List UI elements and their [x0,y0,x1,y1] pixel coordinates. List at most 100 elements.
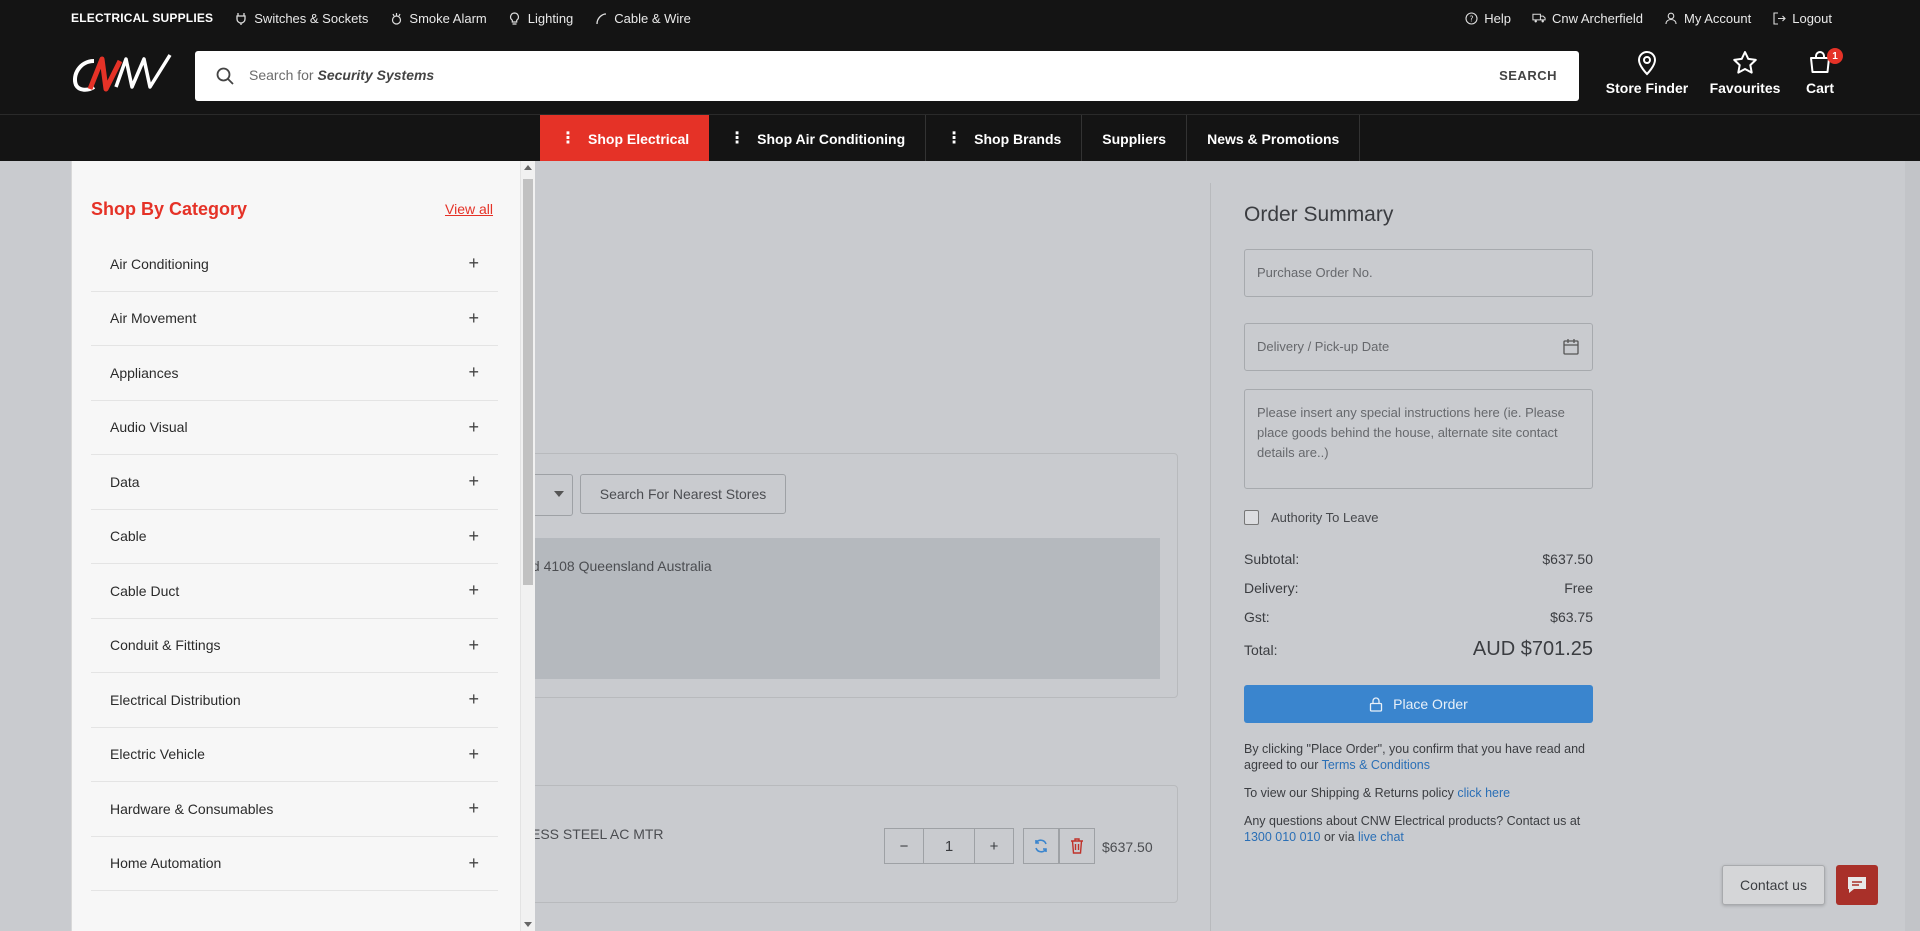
utility-bar: ELECTRICAL SUPPLIES Switches & Sockets S… [0,0,1920,36]
search-prefix: Search for [249,67,314,83]
refresh-button[interactable] [1023,828,1059,864]
plus-icon[interactable]: + [468,417,479,438]
cart-button[interactable]: 1 Cart [1794,48,1846,96]
increase-qty-button[interactable]: + [974,828,1014,864]
view-all-link[interactable]: View all [445,201,493,217]
cart-item-name: ESS STEEL AC MTR [531,826,664,842]
nav-shop-brands[interactable]: ⋮ Shop Brands [926,115,1083,162]
switches-sockets-label: Switches & Sockets [254,10,369,26]
cart-item-row: ESS STEEL AC MTR − 1 + $637.50 [520,785,1178,903]
purchase-order-input[interactable]: Purchase Order No. [1244,249,1593,297]
help-link[interactable]: ? Help [1464,11,1511,26]
terms-link[interactable]: Terms & Conditions [1322,758,1430,772]
delivery-date-input[interactable]: Delivery / Pick-up Date [1244,323,1593,371]
plus-icon[interactable]: + [468,526,479,547]
search-nearest-stores-button[interactable]: Search For Nearest Stores [580,474,786,514]
cart-item-price: $637.50 [1102,839,1153,855]
special-instructions-textarea[interactable]: Please insert any special instructions h… [1244,389,1593,489]
shipping-link[interactable]: click here [1457,786,1510,800]
category-item[interactable]: Electrical Distribution + [91,673,498,728]
scroll-thumb[interactable] [523,179,533,585]
nav-news-promotions[interactable]: News & Promotions [1187,115,1361,162]
authority-to-leave[interactable]: Authority To Leave [1244,510,1378,525]
plus-icon[interactable]: + [468,853,479,874]
delivery-row: Delivery: Free [1244,580,1593,596]
main-header: Search for Security Systems SEARCH Store… [0,36,1920,114]
category-item[interactable]: Audio Visual + [91,401,498,455]
delete-button[interactable] [1059,828,1095,864]
decrease-qty-button[interactable]: − [884,828,924,864]
plus-icon[interactable]: + [468,689,479,710]
smoke-alarm-label: Smoke Alarm [409,10,487,26]
help-label: Help [1484,10,1511,26]
subtotal-value: $637.50 [1542,551,1593,567]
contact-us-button[interactable]: Contact us [1722,865,1825,905]
category-label: Conduit & Fittings [110,637,221,654]
category-item[interactable]: Home Automation + [91,837,498,891]
store-finder-button[interactable]: Store Finder [1598,50,1696,96]
plus-icon[interactable]: + [468,744,479,765]
nav-suppliers[interactable]: Suppliers [1082,115,1188,162]
store-link[interactable]: Cnw Archerfield [1532,11,1643,26]
switches-sockets-link[interactable]: Switches & Sockets [234,11,368,26]
page-scrollbar[interactable] [1905,161,1920,931]
nav-label: Shop Brands [974,130,1062,147]
cnw-logo[interactable] [70,51,176,95]
nav-label: Shop Air Conditioning [757,130,906,147]
category-item[interactable]: Cable Duct + [91,564,498,619]
plug-icon [234,11,248,25]
cable-icon [594,11,608,25]
plus-icon[interactable]: + [468,471,479,492]
plus-icon[interactable]: + [468,580,479,601]
search-button[interactable]: SEARCH [1499,68,1557,83]
my-account-link[interactable]: My Account [1664,11,1751,26]
order-summary-title: Order Summary [1244,203,1394,226]
plus-icon[interactable]: + [468,635,479,656]
category-item[interactable]: Conduit & Fittings + [91,619,498,673]
category-label: Air Movement [110,310,197,327]
store-label: Cnw Archerfield [1551,10,1644,26]
search-placeholder[interactable]: Search for Security Systems [249,67,434,83]
lock-icon [1369,696,1383,712]
phone-link[interactable]: 1300 010 010 [1244,830,1320,844]
place-order-button[interactable]: Place Order [1244,685,1593,723]
logout-icon [1772,11,1786,25]
nav-shop-electrical[interactable]: ⋮ Shop Electrical [540,115,710,162]
nav-shop-air-conditioning[interactable]: ⋮ Shop Air Conditioning [709,115,927,162]
category-item[interactable]: Appliances + [91,346,498,401]
logout-link[interactable]: Logout [1772,11,1832,26]
drawer-scrollbar[interactable] [520,161,535,931]
category-item[interactable]: Electric Vehicle + [91,728,498,782]
plus-icon[interactable]: + [468,308,479,329]
live-chat-link[interactable]: live chat [1358,830,1404,844]
category-item[interactable]: Cable + [91,510,498,564]
search-bar[interactable]: Search for Security Systems SEARCH [195,51,1579,101]
plus-icon[interactable]: + [468,798,479,819]
calendar-icon[interactable] [1562,338,1580,356]
smoke-alarm-link[interactable]: Smoke Alarm [389,10,487,26]
plus-icon[interactable]: + [468,362,479,383]
delivery-value: Free [1564,580,1593,596]
smoke-alarm-icon [389,11,403,25]
category-item[interactable]: Air Movement + [91,292,498,346]
chat-button[interactable] [1836,865,1878,905]
cable-wire-link[interactable]: Cable & Wire [594,11,691,26]
category-item[interactable]: Data + [91,455,498,510]
store-address: eld 4108 Queensland Australia [521,558,712,574]
refresh-icon [1035,839,1047,853]
electrical-supplies-label[interactable]: ELECTRICAL SUPPLIES [71,11,213,25]
user-icon [1664,11,1678,25]
favourites-button[interactable]: Favourites [1696,50,1794,96]
lighting-link[interactable]: Lighting [508,11,573,26]
category-item[interactable]: Hardware & Consumables + [91,782,498,837]
scroll-up-icon[interactable] [524,165,532,170]
qty-value[interactable]: 1 [924,828,974,864]
authority-checkbox[interactable] [1244,510,1259,525]
category-item[interactable]: Air Conditioning + [91,237,498,292]
authority-label: Authority To Leave [1271,510,1379,525]
search-icon [215,66,235,86]
plus-icon[interactable]: + [468,253,479,274]
column-divider [1210,183,1211,931]
scroll-down-icon[interactable] [524,922,532,927]
category-drawer: Shop By Category View all Air Conditioni… [71,161,535,931]
